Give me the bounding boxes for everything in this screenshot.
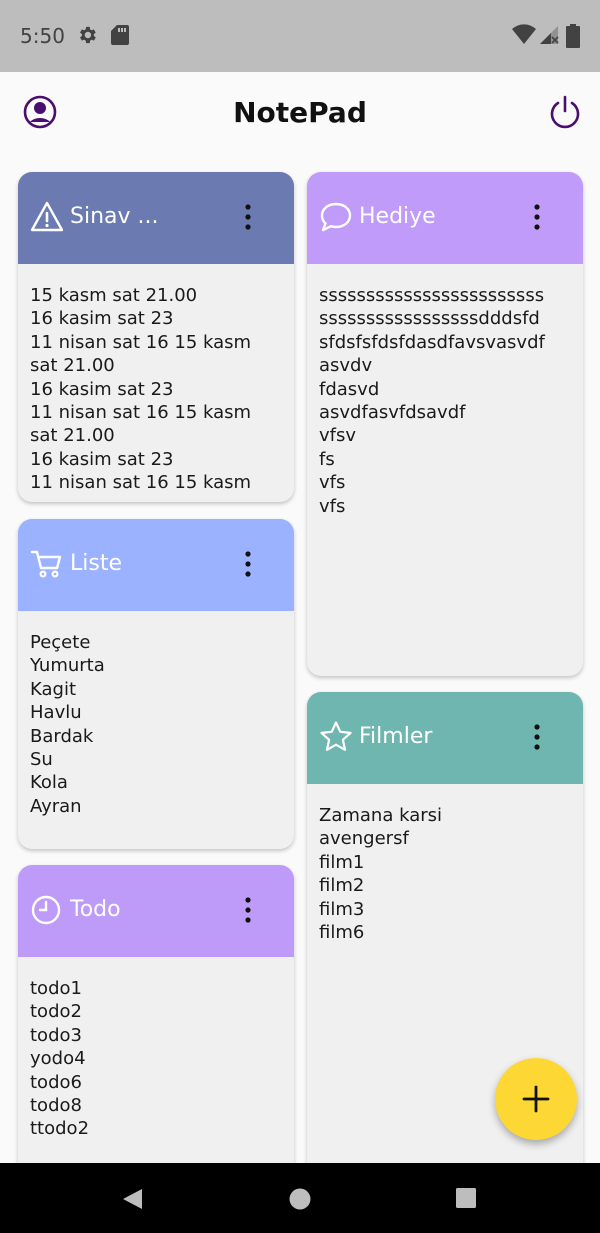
home-icon[interactable]	[288, 1187, 312, 1211]
signal-icon	[540, 26, 559, 44]
note-card-sinav[interactable]: Sinav ... 15 kasm sat 21.00 16 kasim sat…	[18, 172, 294, 502]
note-line: 16 kasim sat 23	[30, 308, 174, 330]
note-card-header: Sinav ...	[18, 172, 294, 264]
note-line: Yumurta	[30, 655, 105, 677]
note-body: ssssssssssssssssssssssss sssssssssssssss…	[307, 264, 583, 528]
note-card-header: Filmler	[307, 692, 583, 784]
cart-icon	[30, 550, 62, 578]
note-line: asvdv	[319, 355, 373, 377]
clock-icon	[31, 895, 61, 925]
note-line: film2	[319, 875, 365, 897]
note-line: todo3	[30, 1024, 82, 1046]
note-title: Sinav ...	[70, 204, 159, 229]
more-vert-icon[interactable]	[525, 722, 549, 752]
note-line: fdasvd	[319, 378, 380, 400]
note-line: asvdfasvfdsavdf	[319, 402, 466, 424]
note-line: avengersf	[319, 828, 409, 850]
status-time: 5:50	[20, 24, 65, 48]
star-icon	[320, 721, 352, 751]
status-bar: 5:50	[0, 0, 600, 72]
note-line: 15 kasm sat 21.00	[30, 285, 198, 306]
note-line: Bardak	[30, 725, 94, 747]
note-line: film6	[319, 922, 365, 944]
note-title: Hediye	[359, 204, 436, 229]
note-line: todo6	[30, 1071, 82, 1093]
note-line: film3	[319, 898, 365, 920]
more-vert-icon[interactable]	[236, 202, 260, 232]
warning-icon	[30, 201, 64, 232]
navigation-bar	[0, 1163, 600, 1233]
note-body: 15 kasm sat 21.00 16 kasim sat 23 11 nis…	[18, 264, 294, 502]
recents-icon[interactable]	[455, 1187, 477, 1209]
chat-bubble-icon	[320, 202, 352, 232]
note-line: Havlu	[30, 702, 82, 724]
note-line: film1	[319, 851, 365, 873]
note-line: Kola	[30, 772, 68, 794]
note-line: fs	[319, 448, 335, 470]
note-line: 11 nisan sat 16 15 kasm	[30, 472, 252, 494]
note-line: ttodo2	[30, 1118, 90, 1140]
more-vert-icon[interactable]	[236, 549, 260, 579]
note-card-liste[interactable]: Liste Peçete Yumurta Kagit Havlu Bardak …	[18, 519, 294, 849]
more-vert-icon[interactable]	[236, 895, 260, 925]
note-title: Todo	[70, 897, 121, 922]
note-line: Zamana karsi	[319, 805, 443, 826]
note-line: 16 kasim sat 23	[30, 378, 174, 400]
note-line: ssssssssssssssssssssssss	[319, 285, 545, 306]
note-line: todo8	[30, 1095, 82, 1117]
note-line: sssssssssssssssssdddsfd	[319, 308, 540, 330]
note-line: 11 nisan sat 16 15 kasm	[30, 331, 252, 353]
gear-icon	[80, 26, 96, 44]
note-line: vfs	[319, 472, 346, 494]
note-body: todo1 todo2 todo3 yodo4 todo6 todo8 ttod…	[18, 957, 294, 1151]
note-line: 11 nisan sat 16 15 kasm	[30, 402, 252, 424]
note-card-todo[interactable]: Todo todo1 todo2 todo3 yodo4 todo6 todo8…	[18, 865, 294, 1185]
note-line: yodo4	[30, 1048, 86, 1070]
note-line: Peçete	[30, 632, 91, 653]
back-icon[interactable]	[120, 1187, 144, 1211]
note-line: Su	[30, 749, 53, 771]
note-line: todo1	[30, 978, 82, 999]
note-line: Kagit	[30, 678, 77, 700]
note-line: sat 21.00	[30, 425, 115, 447]
note-title: Filmler	[359, 724, 433, 749]
app-bar: NotePad	[0, 72, 600, 158]
note-body: Zamana karsi avengersf film1 film2 film3…	[307, 784, 583, 954]
note-line: todo2	[30, 1001, 82, 1023]
sd-card-icon	[111, 25, 129, 45]
more-vert-icon[interactable]	[525, 202, 549, 232]
note-title: Liste	[70, 551, 122, 576]
note-line: vfs	[319, 495, 346, 517]
power-icon[interactable]	[547, 94, 583, 130]
note-line: sfdsfsfdsfdasdfavsvasvdf	[319, 331, 545, 353]
page-title: NotePad	[233, 96, 367, 129]
note-line: vfsv	[319, 425, 357, 447]
note-line: Ayran	[30, 795, 82, 817]
note-card-header: Hediye	[307, 172, 583, 264]
note-body: Peçete Yumurta Kagit Havlu Bardak Su Kol…	[18, 611, 294, 828]
wifi-icon	[512, 24, 536, 44]
note-card-header: Todo	[18, 865, 294, 957]
note-card-hediye[interactable]: Hediye ssssssssssssssssssssssss ssssssss…	[307, 172, 583, 676]
plus-icon	[522, 1085, 550, 1113]
note-card-header: Liste	[18, 519, 294, 611]
note-line: sat 21.00	[30, 355, 115, 377]
battery-icon	[566, 24, 580, 48]
note-line: 16 kasim sat 23	[30, 448, 174, 470]
add-note-button[interactable]	[495, 1058, 577, 1140]
